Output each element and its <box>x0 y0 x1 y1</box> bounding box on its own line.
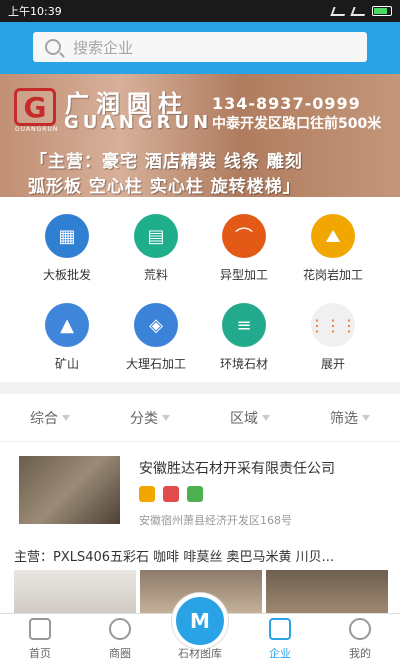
user-icon <box>349 618 371 640</box>
tab-label: 企业 <box>269 647 291 660</box>
company-badges <box>139 486 203 502</box>
main-business-text: 主营：PXLS406五彩石 咖啡 啡莫丝 奥巴马米黄 川贝... <box>14 549 334 565</box>
search-icon <box>45 39 61 55</box>
category-shaped[interactable]: ⌒ 异型加工 <box>194 214 294 283</box>
banner-line-2: 弧形板 空心柱 实心柱 旋转楼梯」 <box>28 177 301 197</box>
company-name: 安徽胜达石材开采有限责任公司 <box>139 461 335 477</box>
chevron-down-icon <box>162 414 170 421</box>
category-granite[interactable]: ⛰ 花岗岩加工 <box>283 214 383 283</box>
radar-icon <box>109 618 131 640</box>
category-label: 花岗岩加工 <box>302 268 363 282</box>
category-label: 荒料 <box>143 268 168 282</box>
signal-icon <box>330 6 348 16</box>
home-icon <box>29 618 51 640</box>
category-mine[interactable]: ▲ 矿山 <box>17 303 117 372</box>
category-label: 异型加工 <box>219 268 268 282</box>
layers-icon: ◈ <box>134 303 178 347</box>
category-slab[interactable]: ▦ 大板批发 <box>17 214 117 283</box>
search-input[interactable]: 搜索企业 <box>73 37 133 58</box>
brand-phone: 134-8937-0999 <box>212 94 361 113</box>
filter-label: 综合 <box>30 410 58 427</box>
battery-icon <box>372 6 392 16</box>
category-label: 大板批发 <box>42 268 91 282</box>
stack-icon: ≡ <box>222 303 266 347</box>
tab-label: 首页 <box>29 647 51 660</box>
search-bar[interactable]: 搜索企业 <box>33 32 367 62</box>
tab-business-circle[interactable]: 商圈 <box>80 614 160 666</box>
stone-photo[interactable] <box>14 570 136 615</box>
funnel-icon <box>362 414 370 421</box>
filter-region[interactable]: 区域 <box>230 408 270 428</box>
filter-sort[interactable]: 综合 <box>30 408 70 428</box>
gallery-logo-icon[interactable]: M <box>172 593 228 649</box>
chevron-down-icon <box>262 414 270 421</box>
brand-address: 中泰开发区路口往前500米 <box>212 116 382 132</box>
filter-label: 筛选 <box>330 410 358 427</box>
category-label: 展开 <box>320 357 345 371</box>
status-left: 上午10:39 <box>8 3 62 19</box>
tab-label: 我的 <box>349 647 371 660</box>
status-time: 上午10:39 <box>8 5 62 18</box>
company-address: 安徽宿州萧县经济开发区168号 <box>139 514 292 527</box>
filter-label: 分类 <box>130 410 158 427</box>
category-grid: ▦ 大板批发 ▤ 荒料 ⌒ 异型加工 ⛰ 花岗岩加工 ▲ 矿山 ◈ 大理石加工 … <box>0 197 400 382</box>
filter-label: 区域 <box>230 410 258 427</box>
tab-label: 商圈 <box>109 647 131 660</box>
filter-bar: 综合 分类 区域 筛选 <box>0 394 400 442</box>
category-label: 环境石材 <box>219 357 268 371</box>
promo-banner[interactable]: G GUANGRUN 广润圆柱 GUANGRUN 134-8937-0999 中… <box>0 74 400 197</box>
status-bar: 上午10:39 <box>0 0 400 22</box>
brand-name-en: GUANGRUN <box>64 112 213 133</box>
brand-logo: G <box>14 88 56 126</box>
tab-enterprise[interactable]: 企业 <box>240 614 320 666</box>
filter-more[interactable]: 筛选 <box>330 408 370 428</box>
chevron-down-icon <box>62 414 70 421</box>
category-raw-block[interactable]: ▤ 荒料 <box>106 214 206 283</box>
crown-icon <box>139 486 155 502</box>
slab-icon: ▦ <box>45 214 89 258</box>
top-bar: 搜索企业 <box>0 22 400 74</box>
brand-tag: GUANGRUN <box>15 126 59 133</box>
building-icon <box>269 618 291 640</box>
filter-category[interactable]: 分类 <box>130 408 170 428</box>
mine-icon: ▲ <box>45 303 89 347</box>
bricks-icon: ▤ <box>134 214 178 258</box>
company-listing[interactable]: 安徽胜达石材开采有限责任公司 安徽宿州萧县经济开发区168号 <box>0 442 400 540</box>
status-icons <box>330 6 392 16</box>
shield-icon <box>163 486 179 502</box>
category-marble[interactable]: ◈ 大理石加工 <box>106 303 206 372</box>
main-business: 主营：PXLS406五彩石 咖啡 啡莫丝 奥巴马米黄 川贝... <box>0 540 400 570</box>
tab-home[interactable]: 首页 <box>0 614 80 666</box>
category-environment[interactable]: ≡ 环境石材 <box>194 303 294 372</box>
mountain-stone-icon: ⛰ <box>311 214 355 258</box>
leaf-icon <box>187 486 203 502</box>
stone-photo[interactable] <box>266 570 388 615</box>
banner-line-1: 「主营：豪宅 酒店精装 线条 雕刻 <box>30 152 303 172</box>
signal-icon-2 <box>350 6 368 16</box>
company-thumbnail <box>19 456 120 524</box>
category-label: 大理石加工 <box>125 357 186 371</box>
category-label: 矿山 <box>54 357 79 371</box>
expand-grid-icon: ⋮⋮⋮ <box>309 303 357 347</box>
arch-icon: ⌒ <box>222 214 266 258</box>
category-expand[interactable]: ⋮⋮⋮ 展开 <box>283 303 383 372</box>
tab-profile[interactable]: 我的 <box>320 614 400 666</box>
